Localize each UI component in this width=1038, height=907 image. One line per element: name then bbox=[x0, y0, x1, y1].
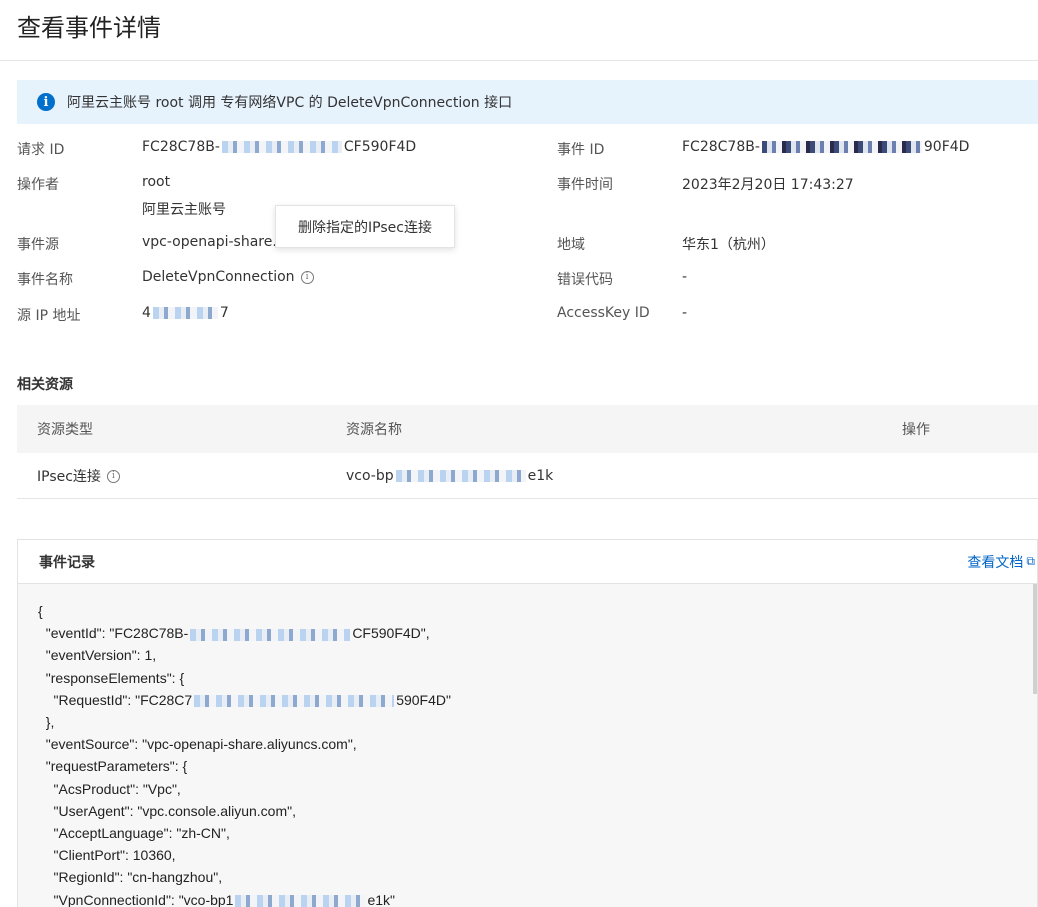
code-line: "eventId": "FC28C78B- CF590F4D", bbox=[38, 622, 451, 644]
code-line-suffix: CF590F4D", bbox=[352, 625, 430, 642]
request-id-label: 请求 ID bbox=[17, 142, 65, 158]
event-name-value: DeleteVpnConnection i bbox=[142, 269, 314, 285]
redacted-mosaic bbox=[395, 469, 526, 482]
event-name-label: 事件名称 bbox=[17, 272, 73, 288]
info-circle-icon[interactable]: i bbox=[106, 470, 120, 483]
resource-name-suffix: e1k bbox=[527, 467, 554, 484]
code-line: "RegionId": "cn-hangzhou", bbox=[38, 866, 451, 888]
code-line: "responseElements": { bbox=[38, 667, 451, 689]
resource-name-cell: vco-bp e1k bbox=[346, 468, 553, 484]
operator-type: 阿里云主账号 bbox=[142, 202, 226, 218]
event-time-label: 事件时间 bbox=[557, 177, 613, 193]
resource-type-text: IPsec连接 bbox=[37, 468, 101, 485]
column-header-type: 资源类型 bbox=[37, 422, 93, 438]
region-value: 华东1（杭州） bbox=[682, 237, 775, 253]
event-id-label: 事件 ID bbox=[557, 142, 605, 158]
code-line-text: "responseElements": { bbox=[38, 669, 185, 686]
code-line: "UserAgent": "vpc.console.aliyun.com", bbox=[38, 800, 451, 822]
code-line-text: "eventVersion": 1, bbox=[38, 647, 157, 664]
source-ip-suffix: 7 bbox=[219, 305, 229, 321]
event-id-value: FC28C78B- 90F4D bbox=[682, 139, 969, 155]
code-line-suffix: 590F4D" bbox=[396, 691, 451, 708]
title-divider bbox=[0, 60, 1038, 61]
code-line-text: "RegionId": "cn-hangzhou", bbox=[38, 869, 223, 886]
code-line: }, bbox=[38, 711, 451, 733]
code-line: { bbox=[38, 600, 451, 622]
tooltip: 删除指定的IPsec连接 bbox=[275, 205, 455, 248]
record-code-area[interactable]: { "eventId": "FC28C78B- CF590F4D", "event… bbox=[18, 584, 1037, 907]
resource-name-prefix: vco-bp bbox=[346, 467, 394, 484]
event-id-prefix: FC28C78B- bbox=[682, 139, 760, 155]
record-title: 事件记录 bbox=[39, 554, 95, 571]
code-line: "ClientPort": 10360, bbox=[38, 844, 451, 866]
code-line: "AcsProduct": "Vpc", bbox=[38, 778, 451, 800]
code-line: "eventSource": "vpc-openapi-share.aliyun… bbox=[38, 733, 451, 755]
error-code-label: 错误代码 bbox=[557, 272, 613, 288]
info-icon: i bbox=[37, 93, 55, 111]
redacted-mosaic bbox=[761, 141, 922, 153]
event-time-value: 2023年2月20日 17:43:27 bbox=[682, 177, 854, 193]
code-line-text: "RequestId": "FC28C7 bbox=[38, 691, 193, 708]
resources-table: 资源类型 资源名称 操作 IPsec连接 i vco-bp e1k bbox=[17, 405, 1038, 499]
source-ip-label: 源 IP 地址 bbox=[17, 308, 81, 324]
code-line-text: "ClientPort": 10360, bbox=[38, 847, 176, 864]
operator-label: 操作者 bbox=[17, 177, 59, 193]
operator-name: root bbox=[142, 174, 171, 190]
redacted-mosaic bbox=[152, 307, 218, 319]
table-row: IPsec连接 i vco-bp e1k bbox=[17, 453, 1038, 499]
info-banner: i 阿里云主账号 root 调用 专有网络VPC 的 DeleteVpnConn… bbox=[17, 80, 1038, 124]
info-circle-icon[interactable]: i bbox=[300, 270, 314, 284]
event-id-suffix: 90F4D bbox=[923, 139, 970, 155]
code-line-suffix: e1k" bbox=[367, 891, 396, 907]
code-line-text: "UserAgent": "vpc.console.aliyun.com", bbox=[38, 802, 296, 819]
request-id-prefix: FC28C78B- bbox=[142, 139, 220, 155]
code-line-text: { bbox=[38, 603, 43, 619]
column-header-action: 操作 bbox=[902, 422, 930, 438]
event-record-panel: 事件记录 查看文档 ⧉ { "eventId": "FC28C78B- CF590F… bbox=[17, 539, 1038, 907]
event-source-value: vpc-openapi-share.a bbox=[142, 234, 286, 250]
redacted-mosaic bbox=[235, 894, 366, 907]
accesskey-value: - bbox=[682, 305, 688, 321]
code-line-text: "eventSource": "vpc-openapi-share.aliyun… bbox=[38, 736, 357, 753]
table-header: 资源类型 资源名称 操作 bbox=[17, 405, 1038, 453]
scrollbar[interactable] bbox=[1033, 584, 1037, 694]
redacted-mosaic bbox=[190, 628, 351, 641]
code-line: "RequestId": "FC28C7 590F4D" bbox=[38, 689, 451, 711]
code-line-text: "AcsProduct": "Vpc", bbox=[38, 780, 181, 797]
code-line: "requestParameters": { bbox=[38, 755, 451, 777]
source-ip-prefix: 4 bbox=[142, 305, 151, 321]
code-line-text: "eventId": "FC28C78B- bbox=[38, 625, 189, 642]
code-line-text: }, bbox=[38, 714, 55, 731]
external-link-icon: ⧉ bbox=[1026, 554, 1035, 568]
accesskey-label: AccessKey ID bbox=[557, 305, 650, 321]
redacted-mosaic bbox=[221, 141, 342, 153]
code-line-text: "AcceptLanguage": "zh-CN", bbox=[38, 825, 230, 842]
event-source-label: 事件源 bbox=[17, 237, 59, 253]
region-label: 地域 bbox=[557, 237, 585, 253]
banner-text: 阿里云主账号 root 调用 专有网络VPC 的 DeleteVpnConnec… bbox=[67, 95, 513, 111]
request-id-suffix: CF590F4D bbox=[343, 139, 417, 155]
code-line-text: "VpnConnectionId": "vco-bp1 bbox=[38, 891, 234, 907]
resources-title: 相关资源 bbox=[17, 377, 73, 393]
json-code: { "eventId": "FC28C78B- CF590F4D", "event… bbox=[38, 600, 451, 907]
column-header-name: 资源名称 bbox=[346, 422, 402, 438]
code-line-text: "requestParameters": { bbox=[38, 758, 188, 775]
redacted-mosaic bbox=[194, 695, 395, 708]
page-title: 查看事件详情 bbox=[17, 14, 161, 42]
request-id-value: FC28C78B- CF590F4D bbox=[142, 139, 416, 155]
code-line: "eventVersion": 1, bbox=[38, 644, 451, 666]
view-docs-text: 查看文档 bbox=[967, 554, 1024, 571]
resource-type-cell: IPsec连接 i bbox=[37, 466, 120, 486]
event-name-text: DeleteVpnConnection bbox=[142, 269, 295, 285]
view-docs-link[interactable]: 查看文档 ⧉ bbox=[967, 552, 1037, 572]
record-header: 事件记录 查看文档 ⧉ bbox=[18, 540, 1037, 584]
source-ip-value: 47 bbox=[142, 305, 229, 321]
code-line: "VpnConnectionId": "vco-bp1 e1k" bbox=[38, 889, 451, 907]
error-code-value: - bbox=[682, 269, 688, 285]
code-line: "AcceptLanguage": "zh-CN", bbox=[38, 822, 451, 844]
